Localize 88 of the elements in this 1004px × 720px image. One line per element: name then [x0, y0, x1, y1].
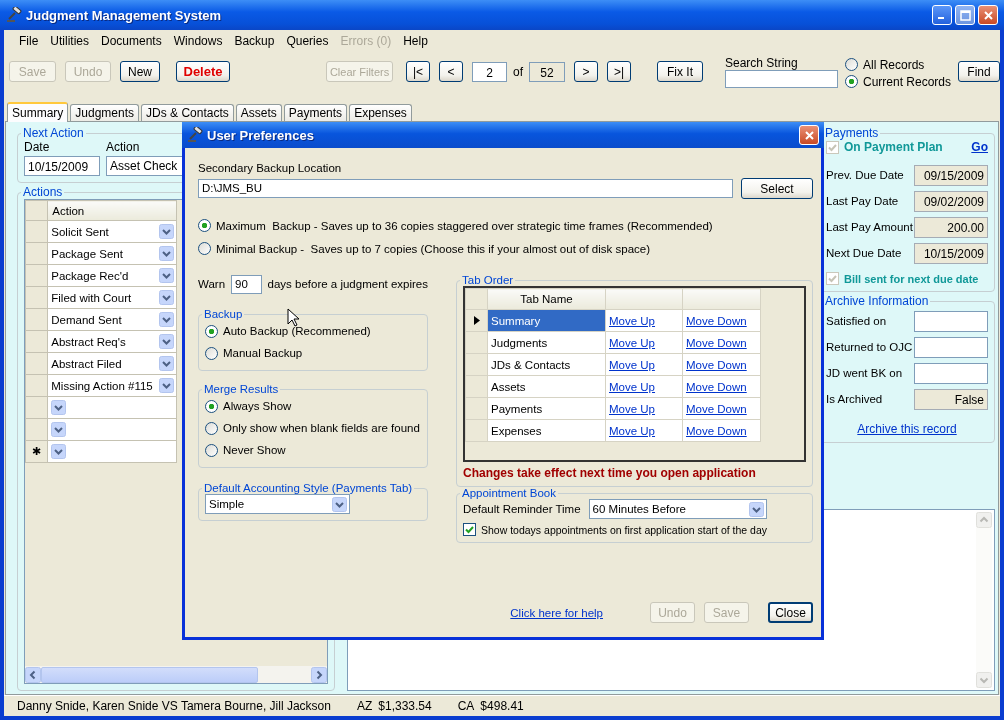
previous-record-button[interactable]: <	[439, 61, 463, 82]
of-label: of	[513, 64, 524, 79]
reminder-time-dropdown[interactable]: 60 Minutes Before	[588, 499, 767, 519]
group-label: Appointment Book	[461, 487, 557, 499]
first-record-button[interactable]: |<	[406, 61, 430, 82]
option-label[interactable]: Current Records	[863, 74, 952, 89]
menu-item[interactable]: Queries	[286, 34, 329, 48]
action-dropdown[interactable]: Solicit Sent	[48, 221, 176, 242]
go-link[interactable]: Go	[971, 140, 988, 154]
option-label[interactable]: Minimal Backup - Saves up to 7 copies (Choose this if your almost out of disk space)	[216, 242, 650, 255]
toolbar-button[interactable]: Delete	[176, 61, 230, 82]
readonly-field: 200.00	[914, 216, 988, 238]
action-dropdown[interactable]: Abstract Req's	[48, 331, 176, 352]
select-button[interactable]: Select	[741, 178, 813, 199]
group-label: Payments	[824, 126, 880, 140]
checkbox-label: Bill sent for next due date	[844, 272, 979, 285]
field-label: Last Pay Amount	[826, 221, 913, 233]
group-label: Archive Information	[824, 294, 930, 308]
menu-item[interactable]: Backup	[234, 34, 275, 48]
option-label[interactable]: Auto Backup (Recommened)	[223, 325, 371, 337]
toolbar-button[interactable]: New	[120, 61, 160, 82]
search-label: Search String	[725, 56, 799, 70]
balance-amount: $498.41	[480, 699, 524, 713]
fix-it-button[interactable]: Fix It	[657, 61, 703, 82]
tab[interactable]: Summary	[7, 102, 69, 122]
field-label: days before a judgment expires	[267, 278, 428, 290]
option-label[interactable]: Never Show	[223, 444, 286, 456]
option-label[interactable]: All Records	[863, 57, 925, 72]
tab[interactable]: Payments	[283, 104, 348, 121]
group-label: Tab Order	[461, 274, 515, 286]
field-label: JD went BK on	[826, 367, 903, 379]
group-label: Next Action	[22, 126, 85, 140]
readonly-field: False	[914, 388, 988, 410]
next-record-button[interactable]: >	[574, 61, 599, 82]
menu-item[interactable]: Windows	[173, 34, 223, 48]
group-label: Actions	[22, 185, 64, 199]
field-label: Next Due Date	[826, 247, 902, 259]
field-label: Prev. Due Date	[826, 169, 904, 181]
menu-item[interactable]: Documents	[101, 34, 162, 48]
find-button[interactable]: Find	[958, 61, 1000, 82]
field-label: Last Pay Date	[826, 195, 899, 207]
group-label: Default Accounting Style (Payments Tab)	[203, 482, 414, 494]
menu-item[interactable]: Help	[403, 34, 428, 48]
dialog-button[interactable]: Close	[768, 602, 813, 623]
option-label[interactable]: Only show when blank fields are found	[223, 422, 420, 434]
field-label: Satisfied on	[826, 315, 887, 327]
readonly-field: 09/15/2009	[914, 164, 988, 186]
input-field[interactable]: 90	[231, 274, 262, 294]
option-label[interactable]: Maximum Backup - Saves up to 36 copies staggered over strategic time frames (Recommended)	[216, 219, 713, 232]
checkbox-label: On Payment Plan	[844, 140, 943, 154]
column-header: Tab Name	[487, 288, 606, 310]
archive-link[interactable]: Archive this record	[857, 422, 957, 436]
window-title: Judgment Management System	[26, 7, 222, 23]
tab[interactable]: Expenses	[349, 104, 412, 121]
accounting-style-dropdown[interactable]: Simple	[205, 494, 350, 514]
state-label: CA	[457, 699, 475, 713]
help-link[interactable]: Click here for help	[510, 606, 603, 619]
field-label: Is Archived	[826, 393, 883, 405]
field-label: Default Reminder Time	[463, 503, 581, 515]
record-total-field: 52	[529, 61, 566, 82]
group-label: Backup	[203, 308, 244, 320]
field-label: Warn	[198, 278, 226, 290]
balance-amount: $1,333.54	[378, 699, 432, 713]
menu-item[interactable]: Utilities	[50, 34, 89, 48]
case-name: Danny Snide, Karen Snide VS Tamera Bourne, Jill Jackson	[17, 699, 331, 713]
readonly-field: 10/15/2009	[914, 242, 988, 264]
warning-text: Changes take effect next time you open application	[463, 466, 757, 480]
tab[interactable]: Assets	[235, 104, 282, 121]
column-header: Action	[47, 200, 177, 221]
checkbox-label[interactable]: Show todays appointments on first application start of the day	[481, 523, 767, 536]
date-field[interactable]: 10/15/2009	[24, 156, 100, 176]
option-label[interactable]: Always Show	[223, 400, 292, 412]
option-label[interactable]: Manual Backup	[223, 347, 303, 359]
tab[interactable]: Judgments	[70, 104, 140, 121]
group-label: Merge Results	[203, 383, 280, 395]
menu-item[interactable]: File	[19, 34, 39, 48]
state-label: AZ	[356, 699, 373, 713]
readonly-field: 09/02/2009	[914, 190, 988, 212]
field-label: Returned to OJC	[826, 341, 913, 353]
dialog-title: User Preferences	[207, 127, 314, 143]
field-label: Date	[24, 140, 51, 154]
field-label: Action	[106, 140, 141, 154]
input-field[interactable]: D:\JMS_BU	[198, 179, 733, 198]
row-header[interactable]: ✱	[25, 440, 48, 463]
last-record-button[interactable]: >|	[607, 61, 632, 82]
action-dropdown[interactable]: Abstract Filed	[48, 353, 176, 374]
tab[interactable]: JDs & Contacts	[141, 104, 234, 121]
record-number-field[interactable]: 2	[472, 61, 507, 82]
